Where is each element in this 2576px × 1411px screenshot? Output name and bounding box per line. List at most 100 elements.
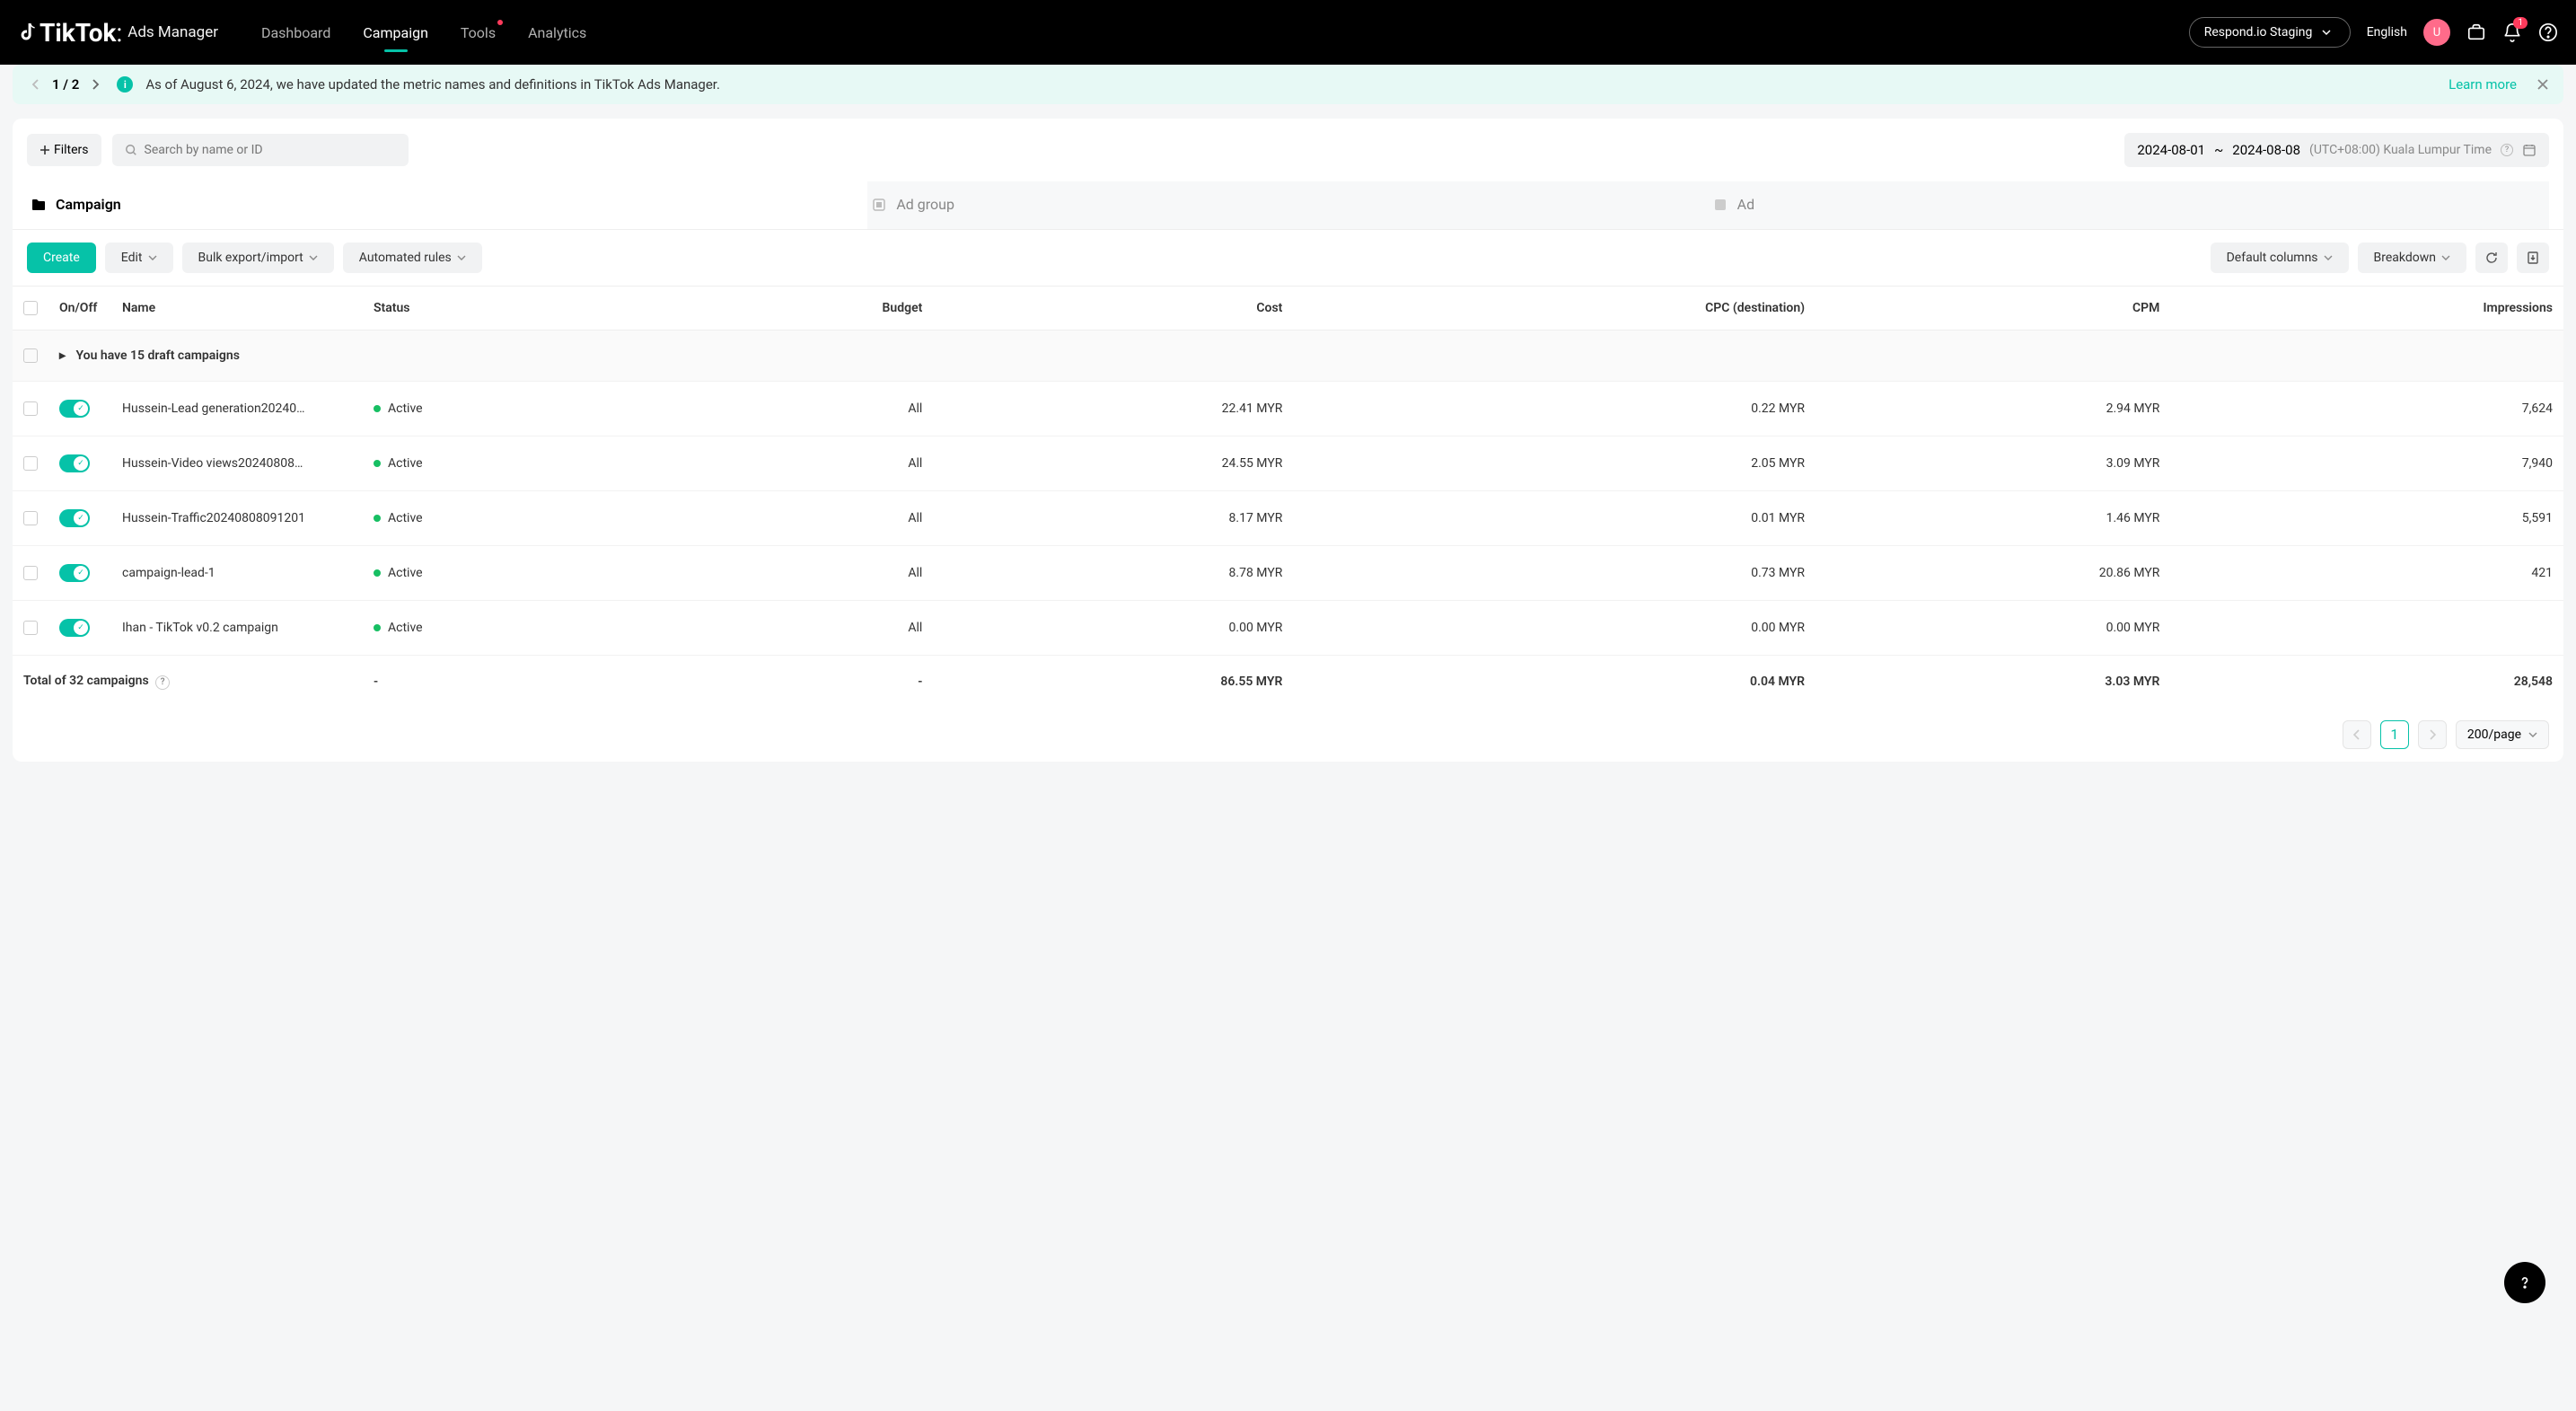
row-checkbox[interactable] xyxy=(23,566,38,580)
notification-banner: 1 / 2 i As of August 6, 2024, we have up… xyxy=(13,65,2563,104)
help-fab[interactable] xyxy=(2504,1262,2545,1303)
bulk-export-button[interactable]: Bulk export/import xyxy=(182,243,334,273)
refresh-button[interactable] xyxy=(2475,243,2508,273)
draft-campaigns-row[interactable]: ▸ You have 15 draft campaigns xyxy=(13,331,2563,382)
page-next[interactable] xyxy=(2418,720,2447,749)
tiktok-icon xyxy=(18,22,40,43)
table-row: campaign-lead-1 Active All 8.78 MYR 0.73… xyxy=(13,546,2563,601)
campaigns-table: On/Off Name Status Budget Cost CPC (dest… xyxy=(13,287,2563,708)
date-range-picker[interactable]: 2024-08-01 ~ 2024-08-08 (UTC+08:00) Kual… xyxy=(2124,133,2549,167)
row-cpc: 0.00 MYR xyxy=(1293,601,1816,656)
banner-prev[interactable] xyxy=(27,75,45,93)
main-nav: Dashboard Campaign Tools Analytics xyxy=(245,0,602,65)
account-select[interactable]: Respond.io Staging xyxy=(2189,17,2351,48)
create-button[interactable]: Create xyxy=(27,243,96,273)
filters-button[interactable]: Filters xyxy=(27,134,101,166)
row-cost: 8.17 MYR xyxy=(933,491,1293,546)
chevron-down-icon xyxy=(457,253,466,262)
select-all-checkbox[interactable] xyxy=(23,301,38,315)
row-checkbox[interactable] xyxy=(23,348,38,363)
row-name[interactable]: Hussein-Traffic20240808091201 xyxy=(111,491,363,546)
help-icon[interactable] xyxy=(2538,22,2558,42)
row-status: Active xyxy=(363,546,667,601)
table-row: Hussein-Video views20240808… Active All … xyxy=(13,437,2563,491)
row-name[interactable]: Hussein-Lead generation20240… xyxy=(111,382,363,437)
calendar-icon xyxy=(2522,143,2536,157)
row-status: Active xyxy=(363,491,667,546)
row-status: Active xyxy=(363,437,667,491)
row-impressions: 421 xyxy=(2170,546,2563,601)
tab-ad[interactable]: Ad xyxy=(1709,181,2549,229)
tab-campaign[interactable]: Campaign xyxy=(27,181,867,229)
info-icon: i xyxy=(117,76,133,93)
expand-caret-icon[interactable]: ▸ xyxy=(59,348,66,363)
totals-row: Total of 32 campaigns ? - - 86.55 MYR 0.… xyxy=(13,656,2563,708)
nav-dashboard[interactable]: Dashboard xyxy=(245,0,347,65)
row-checkbox[interactable] xyxy=(23,401,38,416)
nav-tools-badge xyxy=(497,20,503,25)
col-onoff: On/Off xyxy=(48,287,111,331)
row-toggle[interactable] xyxy=(59,564,90,582)
banner-next[interactable] xyxy=(86,75,104,93)
row-toggle[interactable] xyxy=(59,454,90,472)
chevron-down-icon xyxy=(2441,253,2450,262)
row-name[interactable]: Ihan - TikTok v0.2 campaign xyxy=(111,601,363,656)
folder-icon xyxy=(31,197,47,213)
row-toggle[interactable] xyxy=(59,619,90,637)
nav-campaign[interactable]: Campaign xyxy=(347,0,444,65)
col-status: Status xyxy=(363,287,667,331)
row-impressions xyxy=(2170,601,2563,656)
row-budget: All xyxy=(667,491,934,546)
col-cpm: CPM xyxy=(1816,287,2170,331)
chevron-down-icon xyxy=(309,253,318,262)
columns-button[interactable]: Default columns xyxy=(2211,243,2349,273)
row-cost: 0.00 MYR xyxy=(933,601,1293,656)
bell-icon[interactable]: 1 xyxy=(2502,22,2522,42)
row-cost: 24.55 MYR xyxy=(933,437,1293,491)
page-prev[interactable] xyxy=(2343,720,2371,749)
top-header: TikTok: Ads Manager Dashboard Campaign T… xyxy=(0,0,2576,65)
row-checkbox[interactable] xyxy=(23,456,38,471)
row-name[interactable]: Hussein-Video views20240808… xyxy=(111,437,363,491)
col-cpc: CPC (destination) xyxy=(1293,287,1816,331)
row-toggle[interactable] xyxy=(59,509,90,527)
row-cpm: 2.94 MYR xyxy=(1816,382,2170,437)
language-select[interactable]: English xyxy=(2367,25,2407,40)
row-impressions: 5,591 xyxy=(2170,491,2563,546)
banner-learn-more[interactable]: Learn more xyxy=(2449,76,2517,93)
avatar[interactable]: U xyxy=(2423,19,2450,46)
chevron-down-icon xyxy=(2321,27,2332,38)
search-icon xyxy=(125,144,137,156)
timezone-info-icon: ? xyxy=(2501,144,2513,156)
nav-analytics[interactable]: Analytics xyxy=(512,0,602,65)
refresh-icon xyxy=(2484,251,2499,265)
row-cpc: 0.73 MYR xyxy=(1293,546,1816,601)
row-name[interactable]: campaign-lead-1 xyxy=(111,546,363,601)
breakdown-button[interactable]: Breakdown xyxy=(2358,243,2466,273)
row-toggle[interactable] xyxy=(59,400,90,418)
level-tabs: Campaign Ad group Ad xyxy=(13,181,2563,230)
banner-close[interactable] xyxy=(2536,78,2549,91)
row-cpc: 0.22 MYR xyxy=(1293,382,1816,437)
row-checkbox[interactable] xyxy=(23,621,38,635)
row-budget: All xyxy=(667,382,934,437)
col-impressions: Impressions xyxy=(2170,287,2563,331)
row-budget: All xyxy=(667,601,934,656)
row-cpc: 2.05 MYR xyxy=(1293,437,1816,491)
page-size-select[interactable]: 200/page xyxy=(2456,720,2549,749)
col-cost: Cost xyxy=(933,287,1293,331)
edit-button[interactable]: Edit xyxy=(105,243,173,273)
date-start: 2024-08-01 xyxy=(2137,142,2205,158)
chevron-down-icon xyxy=(2528,730,2537,739)
export-button[interactable] xyxy=(2517,243,2549,273)
search-input[interactable] xyxy=(145,143,396,157)
question-icon xyxy=(2516,1274,2534,1292)
tab-adgroup[interactable]: Ad group xyxy=(867,181,1708,229)
briefcase-icon[interactable] xyxy=(2466,22,2486,42)
pagination: 1 200/page xyxy=(13,708,2563,762)
nav-tools[interactable]: Tools xyxy=(444,0,512,65)
row-checkbox[interactable] xyxy=(23,511,38,525)
row-cpm: 1.46 MYR xyxy=(1816,491,2170,546)
automated-rules-button[interactable]: Automated rules xyxy=(343,243,482,273)
page-current[interactable]: 1 xyxy=(2380,720,2409,749)
